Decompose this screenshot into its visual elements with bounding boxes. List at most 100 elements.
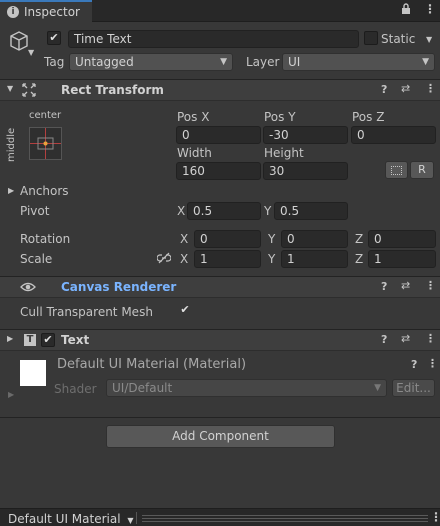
more-menu-icon[interactable]: ⋮ — [427, 357, 438, 370]
scale-label: Scale — [20, 252, 53, 266]
more-menu-icon[interactable]: ⋮ — [425, 82, 436, 95]
static-label: Static — [381, 32, 416, 46]
rotation-y-field[interactable]: 0 — [281, 230, 348, 248]
material-title: Default UI Material (Material) — [57, 357, 247, 372]
pos-z-field[interactable]: 0 — [351, 126, 436, 144]
material-preview-swatch — [20, 360, 46, 386]
chevron-down-icon: ▼ — [422, 57, 429, 67]
anchor-preset-button[interactable] — [29, 127, 62, 160]
shader-label: Shader — [54, 382, 97, 396]
active-checkbox[interactable]: ✔ — [47, 31, 61, 45]
rotation-x-field[interactable]: 0 — [194, 230, 261, 248]
rotation-z-field[interactable]: 0 — [368, 230, 436, 248]
help-icon[interactable]: ? — [381, 83, 387, 96]
layer-label: Layer — [246, 55, 280, 69]
rect-transform-title: Rect Transform — [61, 83, 164, 97]
pos-y-field[interactable]: -30 — [263, 126, 348, 144]
tag-dropdown[interactable]: Untagged ▼ — [69, 53, 233, 71]
tag-label: Tag — [44, 55, 65, 69]
tab-inspector[interactable]: i Inspector — [0, 0, 92, 22]
text-component-icon: T — [24, 334, 36, 346]
layer-dropdown[interactable]: UI ▼ — [282, 53, 435, 71]
constrain-proportions-icon[interactable] — [156, 252, 172, 267]
more-menu-icon[interactable]: ⋮ — [425, 332, 436, 345]
icon-dropdown-arrow-icon[interactable]: ▼ — [28, 48, 34, 57]
help-icon[interactable]: ? — [411, 358, 417, 371]
chevron-down-icon: ▼ — [127, 516, 134, 525]
pivot-x-field[interactable]: 0.5 — [187, 202, 261, 220]
scale-y-field[interactable]: 1 — [281, 250, 348, 268]
canvas-renderer-title: Canvas Renderer — [61, 280, 177, 294]
anchors-label[interactable]: Anchors — [20, 184, 69, 198]
pivot-y-label: Y — [264, 204, 272, 218]
help-icon[interactable]: ? — [381, 280, 387, 293]
pivot-y-field[interactable]: 0.5 — [274, 202, 348, 220]
raw-edit-button[interactable]: R — [410, 161, 434, 179]
preset-icon[interactable]: ⇄ — [401, 82, 410, 95]
pivot-label: Pivot — [20, 204, 50, 218]
rotation-z-label: Z — [355, 232, 364, 246]
pos-z-label: Pos Z — [352, 110, 385, 124]
rotation-x-label: X — [180, 232, 189, 246]
width-label: Width — [177, 146, 212, 160]
height-label: Height — [264, 146, 304, 160]
add-component-button[interactable]: Add Component — [106, 425, 335, 448]
divider — [0, 417, 440, 418]
help-icon[interactable]: ? — [381, 333, 387, 346]
material-foldout-icon[interactable]: ▶ — [8, 390, 14, 399]
eye-icon — [20, 280, 36, 297]
name-field[interactable]: Time Text — [68, 30, 359, 48]
foldout-arrow-icon[interactable]: ▶ — [7, 334, 13, 343]
rotation-y-label: Y — [268, 232, 276, 246]
pos-x-field[interactable]: 0 — [176, 126, 261, 144]
width-field[interactable]: 160 — [176, 162, 261, 180]
rect-transform-header[interactable]: ▼ Rect Transform ? ⇄ ⋮ — [0, 79, 440, 101]
rotation-label: Rotation — [20, 232, 71, 246]
chevron-down-icon: ▼ — [220, 57, 227, 67]
tab-inspector-label: Inspector — [24, 5, 80, 19]
anchors-foldout-icon[interactable]: ▶ — [8, 186, 14, 195]
text-title: Text — [61, 333, 90, 347]
blueprint-mode-button[interactable] — [385, 161, 408, 179]
foldout-arrow-icon[interactable]: ▼ — [7, 84, 13, 93]
chevron-down-icon: ▼ — [374, 383, 381, 393]
resize-handle[interactable] — [142, 513, 428, 523]
preview-material-label: Default UI Material — [8, 512, 121, 526]
cull-transparent-mesh-label: Cull Transparent Mesh — [20, 305, 153, 319]
height-field[interactable]: 30 — [263, 162, 348, 180]
pivot-x-label: X — [177, 204, 186, 218]
shader-dropdown[interactable]: UI/Default ▼ — [106, 379, 387, 397]
divider — [136, 512, 137, 524]
cube-icon — [8, 30, 30, 55]
preset-icon[interactable]: ⇄ — [401, 332, 410, 345]
preset-icon[interactable]: ⇄ — [401, 279, 410, 292]
layer-value: UI — [288, 55, 301, 69]
shader-value: UI/Default — [112, 381, 173, 395]
anchor-vertical-label: middle — [6, 127, 17, 162]
canvas-renderer-header[interactable]: Canvas Renderer ? ⇄ ⋮ — [0, 276, 440, 298]
text-header[interactable]: ▶ T ✔ Text ? ⇄ ⋮ — [0, 329, 440, 351]
scale-x-label: X — [180, 252, 189, 266]
scale-x-field[interactable]: 1 — [194, 250, 261, 268]
shader-edit-button[interactable]: Edit... — [392, 379, 435, 397]
info-icon: i — [7, 6, 19, 18]
pos-y-label: Pos Y — [264, 110, 296, 124]
cull-transparent-mesh-checkbox[interactable]: ✔ — [178, 304, 192, 318]
scale-y-label: Y — [268, 252, 276, 266]
preview-material-dropdown[interactable]: Default UI Material ▼ — [8, 512, 134, 526]
more-menu-icon[interactable]: ⋮ — [425, 279, 436, 292]
text-enabled-checkbox[interactable]: ✔ — [41, 333, 55, 347]
static-dropdown-icon[interactable]: ▼ — [426, 35, 432, 44]
tab-bar: i Inspector ⋮ — [0, 0, 440, 22]
scale-z-label: Z — [355, 252, 364, 266]
anchor-horizontal-label: center — [29, 110, 62, 121]
scale-z-field[interactable]: 1 — [368, 250, 436, 268]
static-checkbox[interactable] — [364, 31, 378, 45]
more-menu-icon[interactable]: ⋮ — [424, 2, 436, 16]
more-menu-icon[interactable]: ⋮ — [430, 510, 440, 524]
lock-icon[interactable] — [401, 3, 411, 18]
rect-transform-icon — [22, 83, 36, 100]
pos-x-label: Pos X — [177, 110, 210, 124]
preview-bar: Default UI Material ▼ ⋮ — [0, 508, 440, 526]
blueprint-icon — [391, 166, 402, 175]
